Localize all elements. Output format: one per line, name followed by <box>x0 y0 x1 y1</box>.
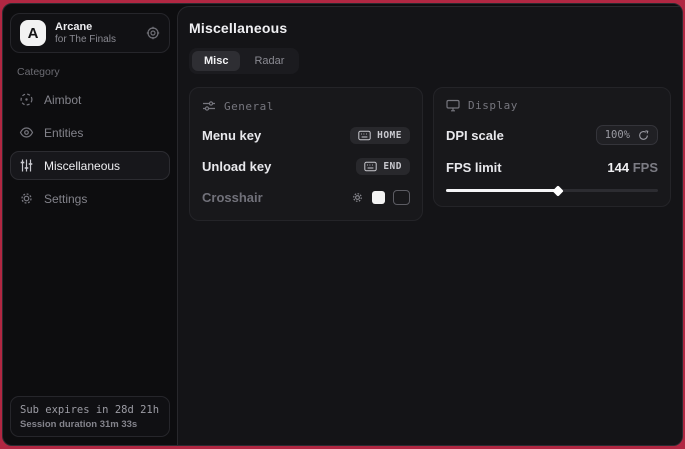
sidebar-nav: Aimbot Entities <box>10 85 170 213</box>
app-name: Arcane <box>55 21 116 33</box>
sidebar-item-entities[interactable]: Entities <box>10 118 170 147</box>
dpi-scale-control[interactable]: 100% <box>596 125 658 145</box>
category-label: Category <box>17 66 170 78</box>
tab-radar[interactable]: Radar <box>242 51 296 71</box>
keyboard-icon <box>358 130 371 141</box>
general-card-header: General <box>202 99 410 113</box>
display-card-header: Display <box>446 99 658 112</box>
dpi-scale-label: DPI scale <box>446 128 504 143</box>
dpi-scale-row: DPI scale 100% <box>446 125 658 145</box>
brand-card: A Arcane for The Finals <box>10 13 170 53</box>
sidebar-item-label: Settings <box>44 192 87 206</box>
sliders-horizontal-icon <box>202 99 216 113</box>
app-logo: A <box>20 20 46 46</box>
general-card-title: General <box>224 100 274 113</box>
main-panel: Miscellaneous Misc Radar Gene <box>177 6 682 445</box>
crosshair-row: Crosshair <box>202 188 410 206</box>
session-target-icon[interactable] <box>146 26 160 40</box>
sidebar-item-aimbot[interactable]: Aimbot <box>10 85 170 114</box>
session-duration-text: Session duration 31m 33s <box>20 419 160 430</box>
crosshair-settings-gear-icon[interactable] <box>351 191 364 204</box>
keyboard-icon <box>364 161 377 172</box>
monitor-icon <box>446 99 460 112</box>
unload-key-label: Unload key <box>202 159 271 174</box>
menu-key-label: Menu key <box>202 128 261 143</box>
fps-slider-handle[interactable] <box>553 185 564 196</box>
general-card: General Menu key HOME <box>189 87 423 221</box>
app-window: A Arcane for The Finals Category <box>2 3 683 446</box>
display-card: Display DPI scale 100% <box>433 87 671 207</box>
menu-key-bind-button[interactable]: HOME <box>350 127 410 144</box>
fps-limit-slider[interactable] <box>446 189 658 192</box>
crosshair-label: Crosshair <box>202 190 263 205</box>
sidebar-item-settings[interactable]: Settings <box>10 184 170 213</box>
sidebar-item-label: Entities <box>44 126 83 140</box>
unload-key-row: Unload key END <box>202 157 410 175</box>
display-card-title: Display <box>468 99 518 112</box>
fps-limit-label: FPS limit <box>446 160 502 175</box>
fps-number: 144 <box>607 160 629 175</box>
app-subtitle: for The Finals <box>55 34 116 45</box>
brand-text: Arcane for The Finals <box>55 21 116 45</box>
aimbot-crosshair-icon <box>19 92 34 107</box>
menu-key-value: HOME <box>377 130 402 141</box>
sidebar-item-label: Aimbot <box>44 93 81 107</box>
unload-key-bind-button[interactable]: END <box>356 158 410 175</box>
fps-limit-row: FPS limit 144 FPS <box>446 158 658 176</box>
dpi-scale-value: 100% <box>605 129 630 141</box>
unload-key-value: END <box>383 161 402 172</box>
cards-row: General Menu key HOME <box>189 87 671 221</box>
crosshair-controls <box>351 190 410 205</box>
tab-bar: Misc Radar <box>189 48 299 74</box>
subscription-info-box: Sub expires in 28d 21h Session duration … <box>10 396 170 437</box>
tab-misc[interactable]: Misc <box>192 51 240 71</box>
gear-icon <box>19 191 34 206</box>
crosshair-color-swatch[interactable] <box>372 191 385 204</box>
sidebar: A Arcane for The Finals Category <box>3 4 177 445</box>
page-title: Miscellaneous <box>189 20 671 36</box>
sidebar-item-miscellaneous[interactable]: Miscellaneous <box>10 151 170 180</box>
refresh-icon[interactable] <box>638 130 649 141</box>
sliders-vertical-icon <box>19 158 34 173</box>
sidebar-item-label: Miscellaneous <box>44 159 120 173</box>
fps-slider-fill <box>446 189 558 192</box>
menu-key-row: Menu key HOME <box>202 126 410 144</box>
fps-limit-value: 144 FPS <box>607 160 658 175</box>
sub-expiry-text: Sub expires in 28d 21h <box>20 404 160 416</box>
fps-unit: FPS <box>633 160 658 175</box>
crosshair-toggle-checkbox[interactable] <box>393 190 410 205</box>
entities-eye-icon <box>19 125 34 140</box>
